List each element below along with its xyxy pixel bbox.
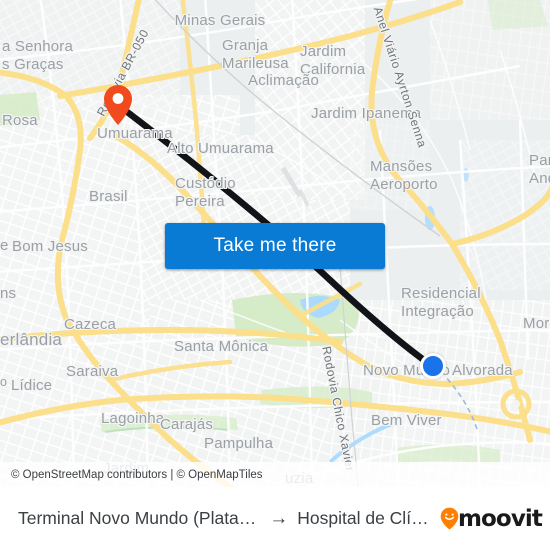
trip-summary-bar: Terminal Novo Mundo (Platafor… → Hospita…: [0, 487, 550, 550]
moovit-logo: moovit: [440, 505, 543, 532]
take-me-there-button[interactable]: Take me there: [165, 223, 385, 269]
trip-destination-label: Hospital de Clíni…: [297, 508, 433, 528]
arrow-right-icon: →: [269, 508, 289, 529]
moovit-wordmark: moovit: [457, 505, 543, 532]
moovit-map-screen: Minas Gerais a Senhora s Graças Granja Mar…: [0, 0, 550, 550]
map-canvas[interactable]: Minas Gerais a Senhora s Graças Granja Mar…: [0, 0, 550, 487]
destination-dot-icon[interactable]: [420, 353, 446, 379]
trip-origin-label: Terminal Novo Mundo (Platafor…: [18, 508, 261, 528]
moovit-pin-icon: [440, 507, 459, 530]
